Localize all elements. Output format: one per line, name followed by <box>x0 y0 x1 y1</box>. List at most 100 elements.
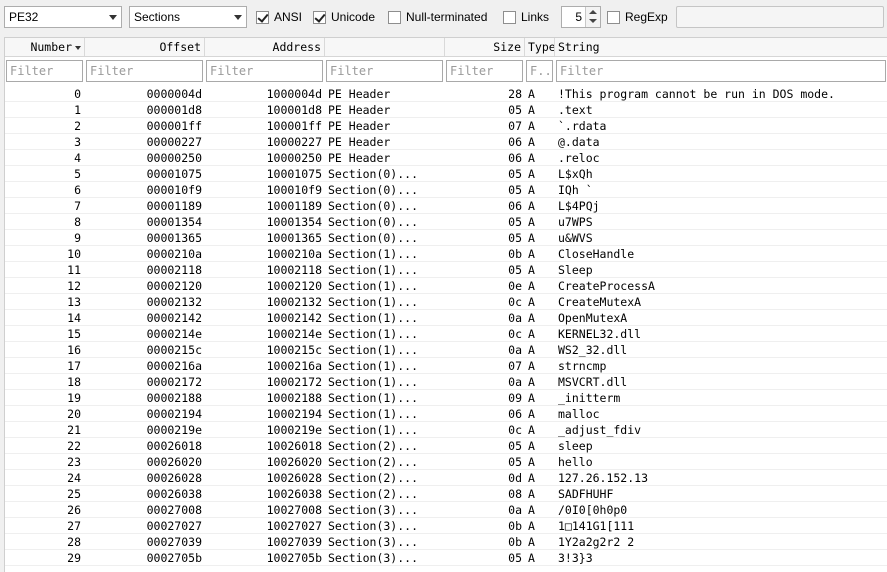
cell-region: Section(2)... <box>328 439 419 453</box>
filter-size-input[interactable]: Filter <box>446 60 523 82</box>
cell-region: Section(1)... <box>328 407 419 421</box>
links-checkbox[interactable]: Links <box>503 9 549 25</box>
table-row[interactable]: 2 000001ff 100001ff PE Header 07 A `.rdata <box>5 118 887 134</box>
table-row[interactable]: 18 00002172 10002172 Section(1)... 0a A MSVCRT… <box>5 374 887 390</box>
cell-region: Section(3)... <box>328 503 419 517</box>
cell-address: 10000250 <box>266 151 322 165</box>
min-length-spinbox[interactable]: 5 <box>561 6 601 28</box>
table-row[interactable]: 21 0000219e 1000219e Section(1)... 0c A _adjus… <box>5 422 887 438</box>
cell-string: strncmp <box>558 359 607 373</box>
table-row[interactable]: 25 00026038 10026038 Section(2)... 08 A SADFHU… <box>5 486 887 502</box>
table-row[interactable]: 12 00002120 10002120 Section(1)... 0e A Create… <box>5 278 887 294</box>
column-header-size[interactable]: Size <box>445 38 525 56</box>
table-row[interactable]: 13 00002132 10002132 Section(1)... 0c A Create… <box>5 294 887 310</box>
table-row[interactable]: 29 0002705b 1002705b Section(3)... 05 A 3!3}3 <box>5 550 887 566</box>
cell-region: PE Header <box>328 151 391 165</box>
table-row[interactable]: 4 00000250 10000250 PE Header 06 A .reloc <box>5 150 887 166</box>
column-header-region[interactable] <box>325 38 445 56</box>
table-row[interactable]: 17 0000216a 1000216a Section(1)... 07 Astrncm… <box>5 358 887 374</box>
cell-number: 20 <box>67 407 81 421</box>
table-row[interactable]: 1 000001d8 100001d8 PE Header 05 A .text <box>5 102 887 118</box>
cell-string: CreateMutexA <box>558 295 642 309</box>
cell-number: 13 <box>67 295 81 309</box>
column-header-string[interactable]: String <box>555 38 887 56</box>
regexp-checkbox[interactable]: RegExp <box>607 9 668 25</box>
table-row[interactable]: 6 000010f9 100010f9 Section(0)... 05 A IQh ` <box>5 182 887 198</box>
cell-region: Section(1)... <box>328 263 419 277</box>
cell-number: 4 <box>74 151 81 165</box>
table-row[interactable]: 23 00026020 10026020 Section(2)... 05 Ahello <box>5 454 887 470</box>
table-row[interactable]: 14 00002142 10002142 Section(1)... 0a A OpenMu… <box>5 310 887 326</box>
spin-up-icon[interactable] <box>589 10 597 14</box>
cell-address: 1000216a <box>266 359 322 373</box>
filter-region-input[interactable]: Filter <box>326 60 443 82</box>
filter-string-input[interactable]: Filter <box>556 60 886 82</box>
cell-number: 0 <box>74 87 81 101</box>
filter-offset-input[interactable]: Filter <box>86 60 203 82</box>
column-header-address[interactable]: Address <box>205 38 325 56</box>
cell-region: Section(1)... <box>328 279 419 293</box>
cell-offset: 00027039 <box>146 535 202 549</box>
cell-address: 1000004d <box>266 87 322 101</box>
file-type-select[interactable]: PE32 <box>4 6 122 28</box>
cell-string: MSVCRT.dll <box>558 375 628 389</box>
cell-type: A <box>528 439 535 453</box>
column-header-number[interactable]: Number <box>5 38 85 56</box>
cell-size: 0c <box>508 327 522 341</box>
table-row[interactable]: 26 00027008 10027008 Section(3)... 0a A/0I0[0… <box>5 502 887 518</box>
cell-size: 0c <box>508 423 522 437</box>
table-row[interactable]: 10 0000210a 1000210a Section(1)... 0b A CloseH… <box>5 246 887 262</box>
cell-address: 10027027 <box>266 519 322 533</box>
table-row[interactable]: 22 00026018 10026018 Section(2)... 05 Asleep <box>5 438 887 454</box>
cell-size: 0d <box>508 471 522 485</box>
cell-offset: 000010f9 <box>146 183 202 197</box>
table-row[interactable]: 11 00002118 10002118 Section(1)... 05 A Sleep <box>5 262 887 278</box>
cell-offset: 00027008 <box>146 503 202 517</box>
cell-size: 05 <box>508 455 522 469</box>
cell-type: A <box>528 151 535 165</box>
table-row[interactable]: 27 00027027 10027027 Section(3)... 0b A 1□141G… <box>5 518 887 534</box>
unicode-checkbox[interactable]: Unicode <box>313 9 375 25</box>
region-select[interactable]: Sections <box>129 6 247 28</box>
cell-address: 1000214e <box>266 327 322 341</box>
table-row[interactable]: 16 0000215c 1000215c Section(1)... 0a A WS2_32… <box>5 342 887 358</box>
table-row[interactable]: 3 00000227 10000227 PE Header 06 A @.data <box>5 134 887 150</box>
cell-type: A <box>528 535 535 549</box>
table-row[interactable]: 20 00002194 10002194 Section(1)... 06 Amalloc <box>5 406 887 422</box>
null-terminated-checkbox[interactable]: Null-terminated <box>388 9 487 25</box>
cell-region: Section(3)... <box>328 551 419 565</box>
cell-region: Section(1)... <box>328 423 419 437</box>
table-row[interactable]: 0 0000004d 1000004d PE Header 28 A !This progr… <box>5 86 887 102</box>
checkbox-unchecked-icon <box>607 10 620 24</box>
cell-string: u&WVS <box>558 231 593 245</box>
cell-offset: 00002194 <box>146 407 202 421</box>
spin-down-icon[interactable] <box>589 19 597 23</box>
cell-string: WS2_32.dll <box>558 343 628 357</box>
column-header-offset[interactable]: Offset <box>85 38 205 56</box>
filter-number-input[interactable]: Filter <box>6 60 83 82</box>
cell-address: 10002172 <box>266 375 322 389</box>
table-row[interactable]: 19 00002188 10002188 Section(1)... 09 A _initt… <box>5 390 887 406</box>
table-row[interactable]: 28 00027039 10027039 Section(3)... 0b A 1Y2a2g… <box>5 534 887 550</box>
search-input[interactable] <box>676 6 884 28</box>
table-row[interactable]: 24 00026028 10026028 Section(2)... 0d A 127.26… <box>5 470 887 486</box>
cell-size: 06 <box>508 135 522 149</box>
cell-number: 25 <box>67 487 81 501</box>
cell-region: Section(2)... <box>328 471 419 485</box>
filter-type-input[interactable]: F... <box>526 60 553 82</box>
column-header-type[interactable]: Type <box>525 38 555 56</box>
cell-type: A <box>528 167 535 181</box>
cell-type: A <box>528 487 535 501</box>
cell-region: PE Header <box>328 135 391 149</box>
cell-size: 05 <box>508 167 522 181</box>
table-row[interactable]: 15 0000214e 1000214e Section(1)... 0c A KERNEL… <box>5 326 887 342</box>
cell-number: 27 <box>67 519 81 533</box>
table-row[interactable]: 9 00001365 10001365 Section(0)... 05 Au&WVS <box>5 230 887 246</box>
spin-buttons[interactable] <box>585 7 600 27</box>
table-row[interactable]: 7 00001189 10001189 Section(0)... 06 A L$4PQj <box>5 198 887 214</box>
ansi-checkbox[interactable]: ANSI <box>256 9 302 25</box>
table-row[interactable]: 8 00001354 10001354 Section(0)... 05 Au7WPS <box>5 214 887 230</box>
table-row[interactable]: 5 00001075 10001075 Section(0)... 05 A L$xQh <box>5 166 887 182</box>
filter-address-input[interactable]: Filter <box>206 60 323 82</box>
cell-region: PE Header <box>328 87 391 101</box>
